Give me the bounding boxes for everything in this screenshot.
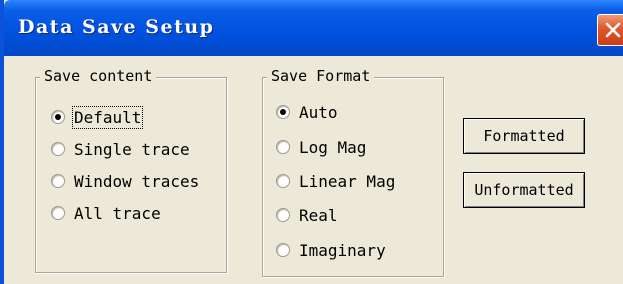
radio-button[interactable] — [276, 140, 290, 154]
radio-label: Single trace — [74, 139, 190, 159]
radio-label: Auto — [299, 102, 338, 122]
radio-label: Real — [299, 205, 338, 225]
radio-auto[interactable]: Auto — [276, 100, 338, 124]
radio-button[interactable] — [51, 110, 65, 124]
close-icon — [605, 22, 621, 38]
window-title: Data Save Setup — [18, 16, 215, 38]
radio-real[interactable]: Real — [276, 203, 338, 227]
radio-linear-mag[interactable]: Linear Mag — [276, 169, 395, 193]
save-format-legend: Save Format — [267, 67, 375, 85]
unformatted-button[interactable]: Unformatted — [463, 172, 585, 208]
dialog-window: Data Save Setup Save content Default Sin… — [0, 0, 623, 284]
radio-imaginary[interactable]: Imaginary — [276, 238, 386, 262]
radio-label: Linear Mag — [299, 171, 396, 191]
radio-label: Window traces — [74, 171, 200, 191]
title-bar[interactable]: Data Save Setup — [4, 0, 623, 56]
radio-button[interactable] — [51, 142, 65, 156]
radio-label: Log Mag — [299, 137, 367, 157]
radio-button[interactable] — [276, 243, 290, 257]
radio-default[interactable]: Default — [51, 105, 144, 129]
radio-button[interactable] — [51, 206, 65, 220]
save-format-group: Save Format Auto Log Mag Linear Mag Real… — [262, 67, 444, 277]
radio-button[interactable] — [276, 174, 290, 188]
radio-button[interactable] — [276, 105, 290, 119]
save-content-group: Save content Default Single trace Window… — [35, 67, 227, 273]
radio-label: Default — [71, 105, 144, 129]
close-button[interactable] — [597, 14, 623, 46]
radio-button[interactable] — [51, 174, 65, 188]
radio-all-trace[interactable]: All trace — [51, 201, 161, 225]
radio-window-traces[interactable]: Window traces — [51, 169, 199, 193]
radio-label: All trace — [74, 203, 161, 223]
radio-label: Imaginary — [299, 240, 386, 260]
save-content-legend: Save content — [40, 67, 157, 85]
radio-single-trace[interactable]: Single trace — [51, 137, 190, 161]
radio-button[interactable] — [276, 208, 290, 222]
radio-log-mag[interactable]: Log Mag — [276, 135, 366, 159]
dialog-body: Save content Default Single trace Window… — [8, 56, 623, 284]
formatted-button[interactable]: Formatted — [463, 118, 585, 154]
